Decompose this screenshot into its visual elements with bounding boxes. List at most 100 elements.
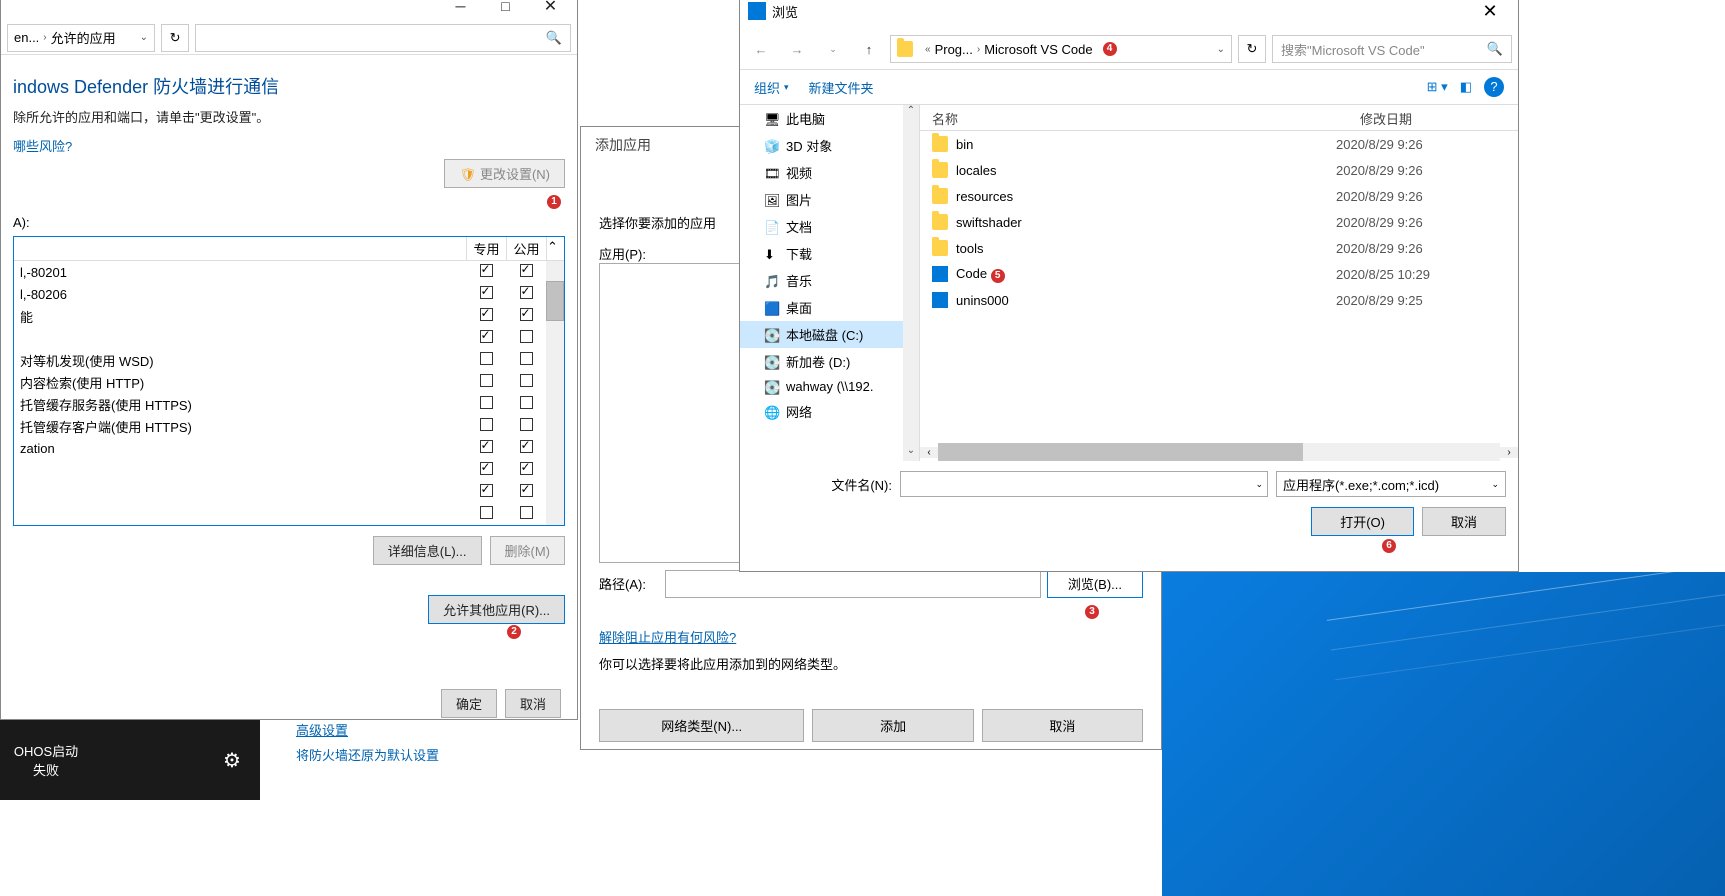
browse-button[interactable]: 浏览(B)...	[1047, 569, 1143, 598]
public-checkbox[interactable]	[506, 462, 546, 478]
path-input[interactable]	[665, 570, 1041, 598]
cancel-button[interactable]: 取消	[982, 709, 1143, 742]
tree-node[interactable]: 🟦桌面	[740, 294, 919, 321]
scroll-down-arrow[interactable]: ⌄	[903, 445, 919, 461]
details-button[interactable]: 详细信息(L)...	[373, 536, 482, 565]
allow-other-app-button[interactable]: 允许其他应用(R)...	[428, 595, 565, 624]
advanced-settings-link[interactable]: 高级设置	[296, 720, 439, 739]
crumb-segment[interactable]: Prog...	[935, 42, 973, 57]
scroll-thumb[interactable]	[546, 281, 564, 321]
private-checkbox[interactable]	[466, 286, 506, 302]
add-button[interactable]: 添加	[812, 709, 973, 742]
tree-node[interactable]: 🎵音乐	[740, 267, 919, 294]
table-row[interactable]: 能	[14, 305, 564, 327]
tree-node[interactable]: 🌐网络	[740, 398, 919, 425]
private-checkbox[interactable]	[466, 484, 506, 500]
public-checkbox[interactable]	[506, 440, 546, 456]
folder-tree[interactable]: 🖥此电脑🧊3D 对象🎞视频🖼图片📄文档⬇下载🎵音乐🟦桌面💽本地磁盘 (C:)💽新…	[740, 105, 920, 461]
col-name[interactable]: 名称	[920, 105, 1348, 130]
file-row[interactable]: tools2020/8/29 9:26	[920, 235, 1518, 261]
table-row[interactable]: 对等机发现(使用 WSD)	[14, 349, 564, 371]
public-checkbox[interactable]	[506, 506, 546, 522]
table-row[interactable]: 托管缓存客户端(使用 HTTPS)	[14, 415, 564, 437]
public-checkbox[interactable]	[506, 308, 546, 324]
tree-node[interactable]: 🖼图片	[740, 186, 919, 213]
scroll-up-arrow[interactable]: ⌃	[546, 237, 564, 260]
file-row[interactable]: locales2020/8/29 9:26	[920, 157, 1518, 183]
table-row[interactable]: l,-80201	[14, 261, 564, 283]
maximize-button[interactable]: □	[483, 0, 528, 20]
chevron-down-icon[interactable]: ⌄	[140, 32, 148, 43]
breadcrumb-segment[interactable]: en...	[14, 30, 39, 45]
table-row[interactable]	[14, 503, 564, 525]
back-button[interactable]: ←	[746, 36, 776, 62]
search-input[interactable]: 搜索"Microsoft VS Code" 🔍	[1272, 35, 1512, 63]
public-checkbox[interactable]	[506, 330, 546, 346]
network-types-button[interactable]: 网络类型(N)...	[599, 709, 804, 742]
taskbar-item[interactable]: OHOS启动失败	[0, 737, 92, 783]
crumb-segment[interactable]: Microsoft VS Code	[984, 42, 1092, 57]
view-menu-icon[interactable]: ⊞ ▾	[1427, 79, 1448, 95]
up-button[interactable]: ↑	[854, 36, 884, 62]
private-checkbox[interactable]	[466, 308, 506, 324]
file-row[interactable]: unins0002020/8/29 9:25	[920, 287, 1518, 313]
private-checkbox[interactable]	[466, 396, 506, 412]
settings-gear-icon[interactable]: ⚙	[212, 740, 252, 780]
file-row[interactable]: swiftshader2020/8/29 9:26	[920, 209, 1518, 235]
table-row[interactable]	[14, 459, 564, 481]
th-public[interactable]: 公用	[506, 237, 546, 260]
address-bar[interactable]: « Prog... › Microsoft VS Code 4 ⌄	[890, 35, 1232, 63]
col-date[interactable]: 修改日期	[1348, 105, 1518, 130]
tree-node[interactable]: 💽本地磁盘 (C:)	[740, 321, 919, 348]
private-checkbox[interactable]	[466, 506, 506, 522]
tree-node[interactable]: ⬇下载	[740, 240, 919, 267]
tree-node[interactable]: 🖥此电脑	[740, 105, 919, 132]
refresh-button[interactable]: ↻	[161, 24, 189, 52]
breadcrumb[interactable]: en... › 允许的应用 ⌄	[7, 24, 155, 52]
preview-pane-icon[interactable]: ◧	[1460, 79, 1472, 95]
filetype-dropdown[interactable]: 应用程序(*.exe;*.com;*.icd) ⌄	[1276, 471, 1506, 497]
organize-menu[interactable]: 组织 ▾	[754, 78, 789, 97]
new-folder-button[interactable]: 新建文件夹	[809, 78, 874, 97]
recent-dropdown[interactable]: ⌄	[818, 36, 848, 62]
chevron-down-icon[interactable]: ⌄	[1217, 44, 1225, 55]
help-icon[interactable]: ?	[1484, 77, 1504, 97]
scroll-right-arrow[interactable]: ›	[1500, 447, 1518, 458]
private-checkbox[interactable]	[466, 418, 506, 434]
search-box[interactable]: 🔍	[195, 24, 571, 52]
breadcrumb-segment[interactable]: 允许的应用	[51, 28, 116, 47]
th-private[interactable]: 专用	[466, 237, 506, 260]
horizontal-scrollbar[interactable]: ‹ ›	[920, 443, 1518, 461]
close-button[interactable]: ✕	[528, 0, 573, 20]
tree-node[interactable]: 🎞视频	[740, 159, 919, 186]
scroll-track[interactable]	[938, 443, 1500, 461]
public-checkbox[interactable]	[506, 352, 546, 368]
restore-defaults-link[interactable]: 将防火墙还原为默认设置	[296, 745, 439, 764]
tree-node[interactable]: 💽wahway (\\192.	[740, 375, 919, 398]
table-row[interactable]: 内容检索(使用 HTTP)	[14, 371, 564, 393]
open-button[interactable]: 打开(O)	[1311, 507, 1414, 536]
cancel-button[interactable]: 取消	[1422, 507, 1506, 536]
tree-scrollbar[interactable]: ⌃ ⌄	[903, 105, 919, 461]
private-checkbox[interactable]	[466, 352, 506, 368]
private-checkbox[interactable]	[466, 264, 506, 280]
file-row[interactable]: resources2020/8/29 9:26	[920, 183, 1518, 209]
scroll-up-arrow[interactable]: ⌃	[903, 105, 919, 121]
table-row[interactable]	[14, 481, 564, 503]
public-checkbox[interactable]	[506, 396, 546, 412]
vertical-scrollbar[interactable]	[546, 261, 564, 525]
table-row[interactable]: zation	[14, 437, 564, 459]
public-checkbox[interactable]	[506, 484, 546, 500]
forward-button[interactable]: →	[782, 36, 812, 62]
scroll-thumb[interactable]	[938, 443, 1303, 461]
table-row[interactable]	[14, 327, 564, 349]
minimize-button[interactable]: ─	[438, 0, 483, 20]
public-checkbox[interactable]	[506, 286, 546, 302]
filename-input[interactable]: ⌄	[900, 471, 1268, 497]
remove-button[interactable]: 删除(M)	[490, 536, 566, 565]
refresh-button[interactable]: ↻	[1238, 35, 1266, 63]
file-row[interactable]: bin2020/8/29 9:26	[920, 131, 1518, 157]
public-checkbox[interactable]	[506, 264, 546, 280]
tree-node[interactable]: 💽新加卷 (D:)	[740, 348, 919, 375]
private-checkbox[interactable]	[466, 374, 506, 390]
